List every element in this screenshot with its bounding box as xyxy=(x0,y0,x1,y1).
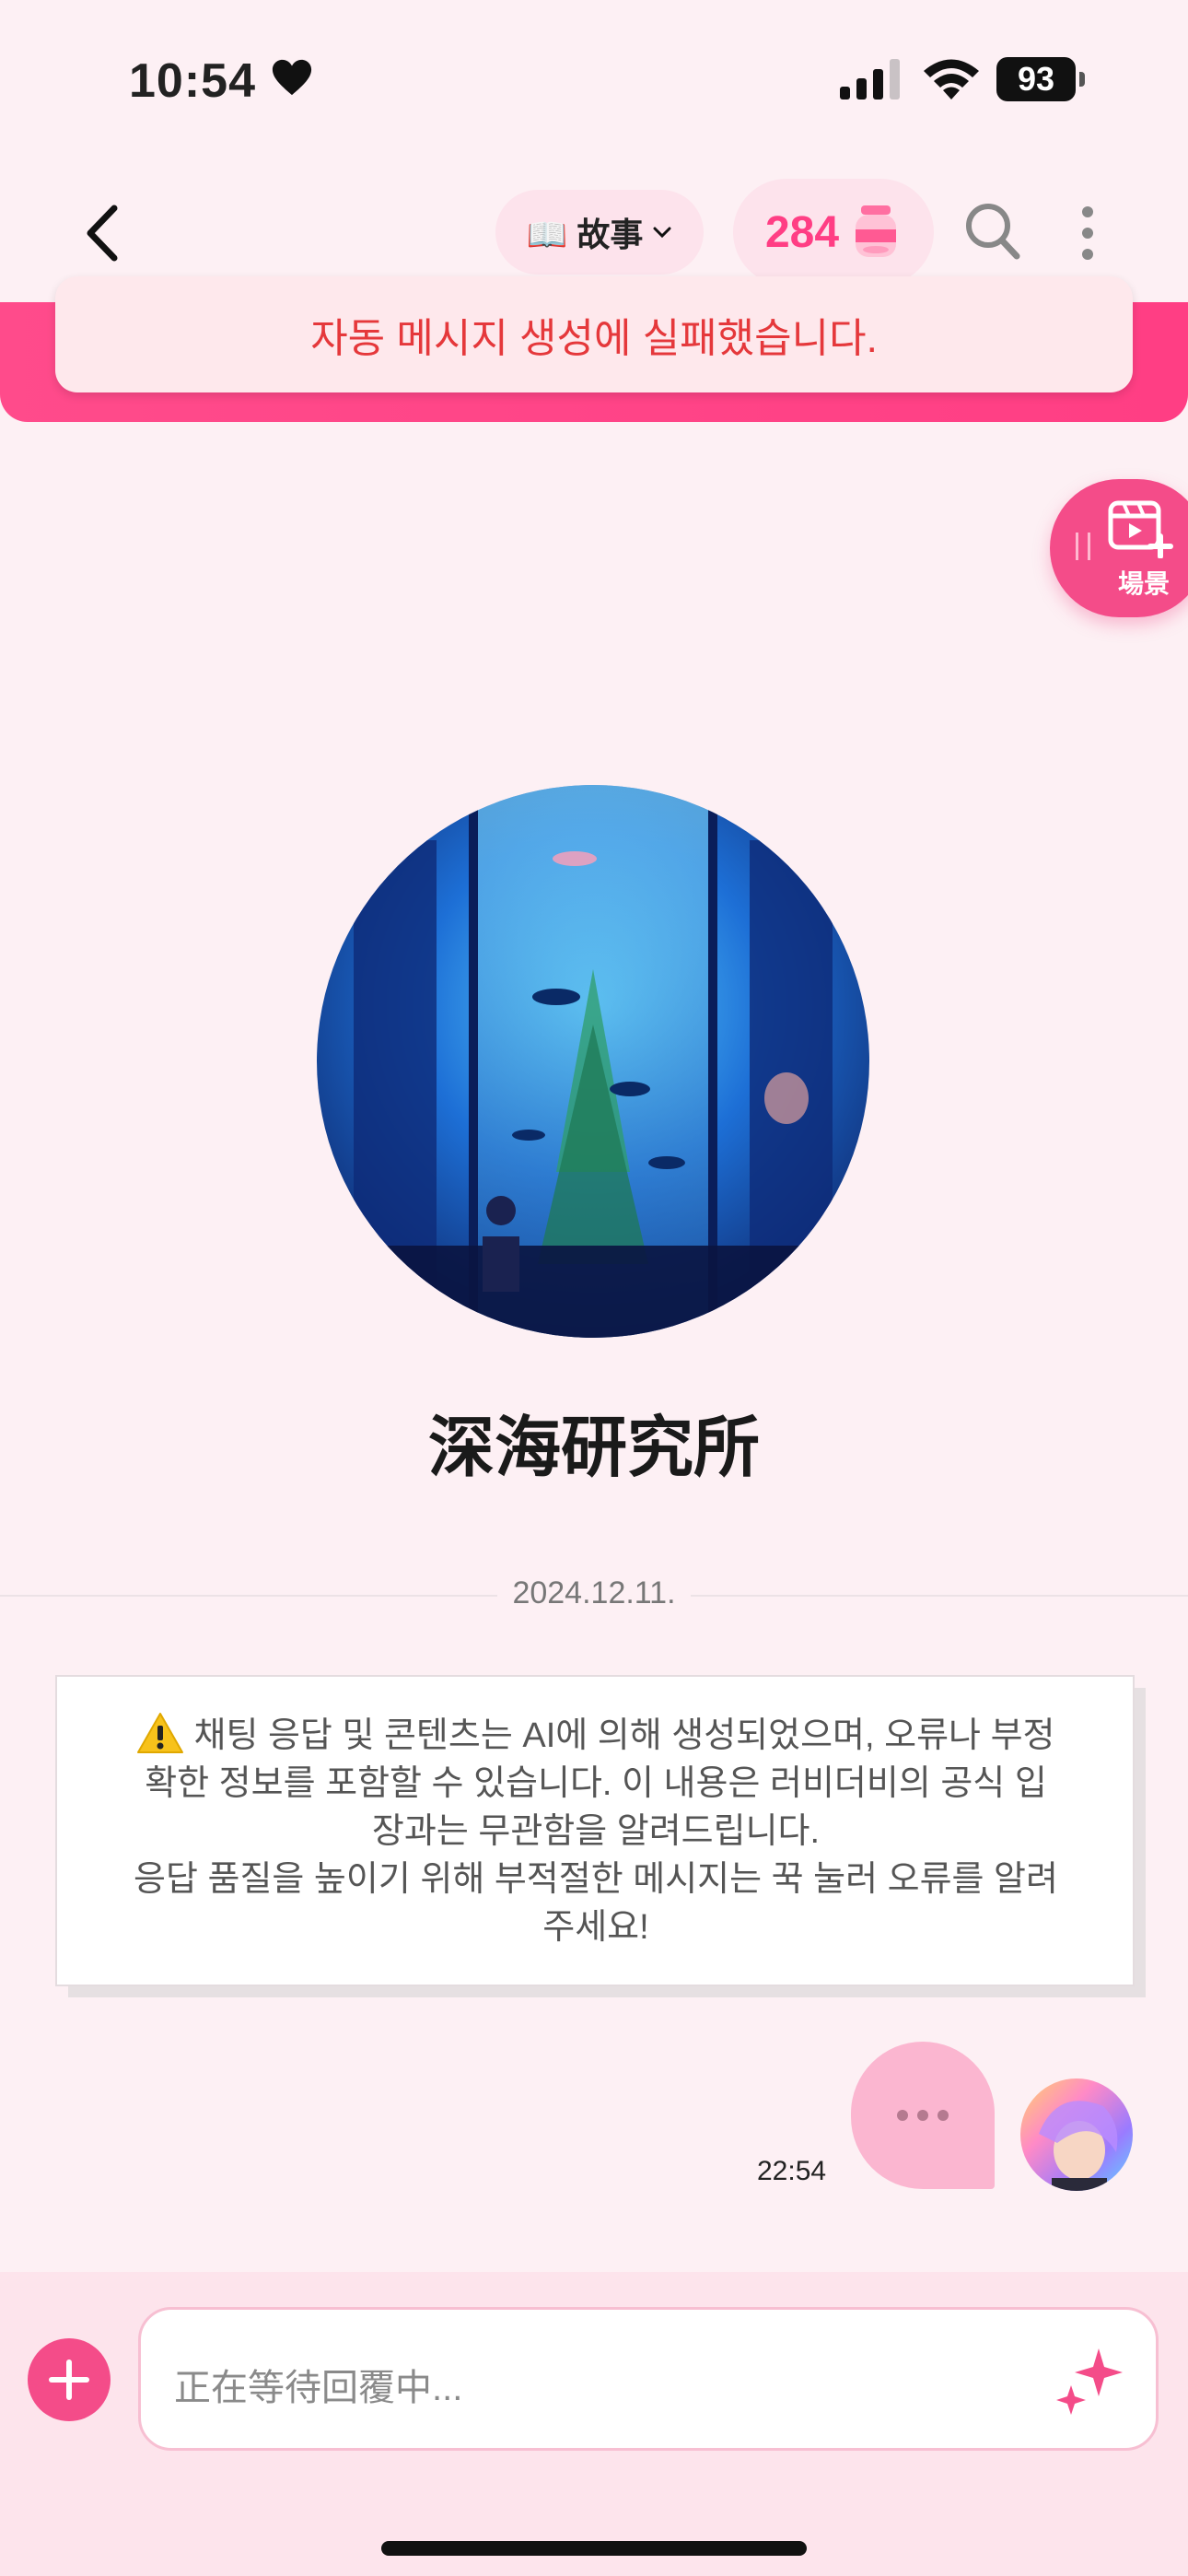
coin-balance-button[interactable]: 284 xyxy=(733,179,934,286)
plus-icon xyxy=(49,2359,89,2400)
drag-handle[interactable] xyxy=(1076,533,1090,560)
battery-icon: 93 xyxy=(996,57,1085,101)
notice-line: 확한 정보를 포함할 수 있습니다. 이 내용은 러비더비의 공식 입 xyxy=(145,1764,1047,1803)
notice-line: 채팅 응답 및 콘텐츠는 AI에 의해 생성되었으며, 오류나 부정 xyxy=(193,1716,1055,1755)
input-placeholder: 正在等待回覆中... xyxy=(174,2368,463,2408)
home-indicator xyxy=(381,2541,807,2556)
toast-message: 자동 메시지 생성에 실패했습니다. xyxy=(310,316,878,361)
message-time: 22:54 xyxy=(757,2156,827,2186)
chevron-down-icon xyxy=(653,227,671,239)
typing-dot xyxy=(917,2110,928,2121)
user-avatar[interactable] xyxy=(1020,2078,1133,2191)
notice-line: 장과는 무관함을 알려드립니다. xyxy=(371,1812,821,1851)
status-time: 10:54 xyxy=(129,54,256,108)
back-button[interactable] xyxy=(74,201,129,265)
heart-icon xyxy=(272,59,312,96)
message-input[interactable]: 正在等待回覆中... xyxy=(138,2307,1159,2451)
typing-dot xyxy=(938,2110,949,2121)
warning-icon xyxy=(137,1713,184,1753)
notice-line: 주세요! xyxy=(542,1908,649,1947)
divider-line xyxy=(691,1595,1188,1597)
search-button[interactable] xyxy=(963,201,1022,262)
scene-label: 場景 xyxy=(1117,569,1170,598)
chat-date: 2024.12.11. xyxy=(512,1575,676,1610)
add-button[interactable] xyxy=(28,2338,111,2421)
battery-level: 93 xyxy=(1017,60,1055,98)
ai-disclaimer-notice: 채팅 응답 및 콘텐츠는 AI에 의해 생성되었으며, 오류나 부정 확한 정보… xyxy=(55,1675,1135,1986)
ai-sparkle-button[interactable] xyxy=(1053,2343,1126,2417)
video-add-icon xyxy=(1108,500,1173,558)
wifi-icon xyxy=(924,59,979,100)
typing-message-bubble[interactable] xyxy=(851,2042,995,2189)
jar-icon xyxy=(856,205,897,257)
divider-line xyxy=(0,1595,497,1597)
cellular-signal-icon xyxy=(840,59,900,100)
bot-name: 深海研究所 xyxy=(427,1411,760,1485)
story-mode-dropdown[interactable]: 📖 故事 xyxy=(495,190,704,275)
more-options-button[interactable] xyxy=(1074,203,1101,263)
error-toast: 자동 메시지 생성에 실패했습니다. xyxy=(55,276,1133,392)
typing-dot xyxy=(897,2110,908,2121)
scene-button[interactable]: 場景 xyxy=(1050,479,1188,617)
bot-avatar[interactable] xyxy=(317,785,869,1338)
story-label: 📖 故事 xyxy=(526,216,644,253)
coin-count: 284 xyxy=(764,207,840,257)
notice-line: 응답 품질을 높이기 위해 부적절한 메시지는 꾹 눌러 오류를 알려 xyxy=(134,1860,1058,1899)
